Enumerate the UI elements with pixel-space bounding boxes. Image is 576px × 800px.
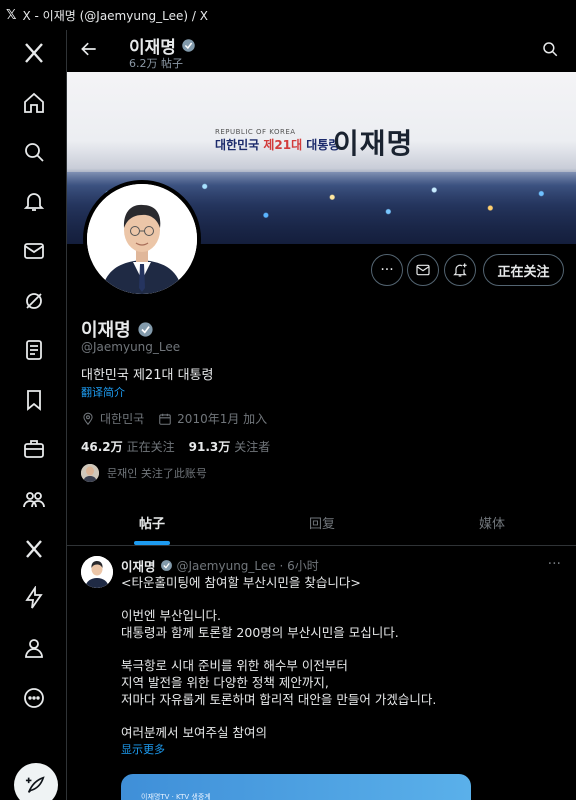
verified-badge-icon xyxy=(138,321,153,337)
post-line: 이번엔 부산입니다. xyxy=(121,608,221,623)
more-actions-label: ··· xyxy=(380,262,394,278)
profile-location-text: 대한민국 xyxy=(100,412,145,426)
banner-small-text: REPUBLIC OF KOREA xyxy=(215,128,296,136)
tab-media[interactable]: 媒体 xyxy=(407,500,576,545)
following-stat[interactable]: 46.2万 正在关注 xyxy=(81,438,175,455)
x-logo-small-icon: 𝕏 xyxy=(6,7,17,23)
following-label: 正在关注 xyxy=(126,440,175,454)
banner-subtitle: 대한민국 제21대 대통령 xyxy=(215,136,339,153)
home-icon[interactable] xyxy=(21,90,47,116)
show-more-link[interactable]: 显示更多 xyxy=(121,741,561,758)
post-line: <타운홀미팅에 참여할 부산시민을 찾습니다> xyxy=(121,575,361,590)
post-line: 북극항로 시대 준비를 위한 해수부 이전부터 xyxy=(121,658,348,673)
followers-stat[interactable]: 91.3万 关注者 xyxy=(189,438,271,455)
translate-bio-link[interactable]: 翻译简介 xyxy=(81,384,125,400)
post-line: 지역 발전을 위한 다양한 정책 제안까지, xyxy=(121,675,329,690)
header-posts-count: 6.2万 帖子 xyxy=(129,57,183,70)
tab-posts[interactable]: 帖子 xyxy=(67,500,237,545)
more-actions-button[interactable]: ··· xyxy=(371,254,403,286)
banner-subtitle-accent: 제21대 xyxy=(263,138,303,152)
back-arrow-icon[interactable] xyxy=(79,39,103,63)
search-icon[interactable] xyxy=(21,139,47,165)
window-title: X - 이재명 (@Jaemyung_Lee) / X xyxy=(22,8,208,23)
message-button[interactable] xyxy=(407,254,439,286)
follower-mini-avatar xyxy=(81,464,99,482)
post-author-avatar[interactable] xyxy=(81,556,113,588)
verified-badge-icon xyxy=(160,560,172,571)
verified-badge-icon xyxy=(182,39,195,52)
post-author-name[interactable]: 이재명 xyxy=(121,556,156,575)
post-line: 대통령과 함께 토론할 200명의 부산시민을 모십니다. xyxy=(121,625,399,640)
profile-tabs: 帖子 回复 媒体 xyxy=(67,500,576,546)
notifications-bell-icon[interactable] xyxy=(21,188,47,214)
profile-joined: 2010年1月 加入 xyxy=(158,410,267,427)
post-meta: @Jaemyung_Lee · 6小时 xyxy=(176,559,319,573)
x-logo-icon[interactable] xyxy=(21,40,47,66)
profile-person-icon[interactable] xyxy=(21,635,47,661)
subscribe-notifications-button[interactable] xyxy=(444,254,476,286)
bookmarks-icon[interactable] xyxy=(21,387,47,413)
jobs-briefcase-icon[interactable] xyxy=(21,436,47,462)
post-text: <타운홀미팅에 참여할 부산시민을 찾습니다> 이번엔 부산입니다. 대통령과 … xyxy=(121,574,561,758)
profile-meta: 대한민국 2010年1月 加入 xyxy=(81,410,281,427)
location-pin-icon xyxy=(83,412,93,425)
window-titlebar: 𝕏 X - 이재명 (@Jaemyung_Lee) / X xyxy=(0,0,576,30)
calendar-icon xyxy=(159,413,171,425)
premium-x-icon[interactable] xyxy=(21,536,47,562)
compose-post-button[interactable] xyxy=(14,763,58,800)
profile-bio: 대한민국 제21대 대통령 xyxy=(81,368,214,383)
banner-name: 이재명 xyxy=(333,127,414,160)
profile-handle: @Jaemyung_Lee xyxy=(81,340,181,354)
post-more-icon[interactable]: ··· xyxy=(548,556,561,572)
tab-replies[interactable]: 回复 xyxy=(237,500,407,545)
lists-icon[interactable] xyxy=(21,337,47,363)
more-options-icon[interactable] xyxy=(21,685,47,711)
profile-avatar[interactable] xyxy=(83,180,201,298)
bell-plus-icon xyxy=(453,263,467,277)
profile-main-column: 이재명 6.2万 帖子 REPUBLIC OF KOREA 대한민국 제21대 … xyxy=(66,30,576,800)
profile-search-icon[interactable] xyxy=(541,40,561,60)
following-count: 46.2万 xyxy=(81,440,123,454)
followers-label: 关注者 xyxy=(234,440,271,454)
followers-count: 91.3万 xyxy=(188,440,231,454)
post-header: 이재명 @Jaemyung_Lee · 6小时 xyxy=(121,556,319,575)
media-caption: 이재명TV · KTV 생중계 xyxy=(141,793,211,800)
post-line: 저마다 자유롭게 토론하며 합리적 대안을 만들어 가겠습니다. xyxy=(121,692,437,707)
post-item[interactable]: 이재명 @Jaemyung_Lee · 6小时 ··· <타운홀미팅에 참여할 … xyxy=(67,546,576,800)
post-line: 여러분께서 보여주실 참여의 xyxy=(121,725,267,740)
messages-envelope-icon[interactable] xyxy=(21,238,47,264)
profile-header-bar: 이재명 6.2万 帖子 xyxy=(67,30,576,72)
envelope-icon xyxy=(416,264,430,276)
profile-name-text: 이재명 xyxy=(81,320,131,341)
banner-subtitle-prefix: 대한민국 xyxy=(215,138,264,152)
communities-icon[interactable] xyxy=(21,486,47,512)
profile-name: 이재명 xyxy=(81,316,154,342)
followed-by-text: 문재인 关注了此账号 xyxy=(107,467,207,480)
left-navigation xyxy=(0,30,66,800)
profile-joined-text: 2010年1月 加入 xyxy=(177,412,268,426)
post-media-preview[interactable]: 이재명TV · KTV 생중계 xyxy=(121,774,471,800)
following-button[interactable]: 正在关注 xyxy=(483,254,564,286)
followed-by-row[interactable]: 문재인 关注了此账号 xyxy=(81,464,207,482)
grok-icon[interactable] xyxy=(21,288,47,314)
verified-orgs-lightning-icon[interactable] xyxy=(21,585,47,611)
profile-location: 대한민국 xyxy=(81,410,144,427)
profile-stats: 46.2万 正在关注 91.3万 关注者 xyxy=(81,438,270,455)
